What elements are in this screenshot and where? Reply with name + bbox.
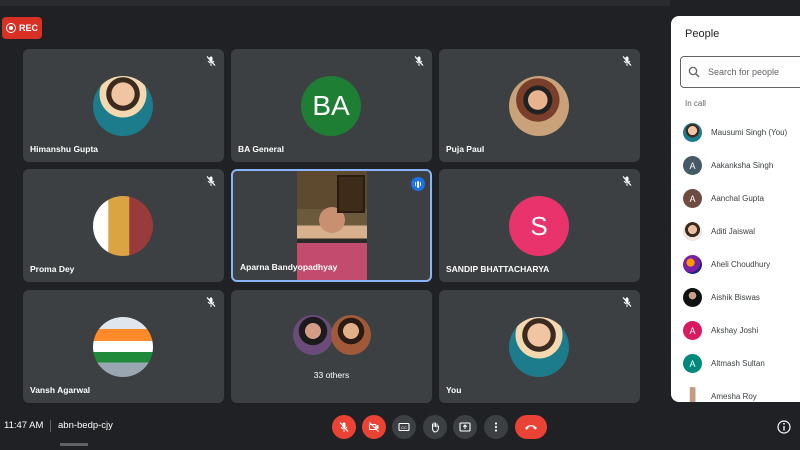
participant-name: Vansh Agarwal xyxy=(30,385,91,395)
avatar: A xyxy=(683,189,702,208)
avatar xyxy=(509,317,569,377)
divider xyxy=(50,420,51,432)
participant-name: Aakanksha Singh xyxy=(711,161,774,170)
avatar xyxy=(293,315,333,355)
svg-text:CC: CC xyxy=(401,425,407,430)
list-item[interactable]: Amesha Roy xyxy=(671,380,800,402)
speaking-indicator-icon xyxy=(411,177,425,191)
list-item[interactable]: Aheli Choudhury xyxy=(671,248,800,281)
list-item[interactable]: Aditi Jaiswal xyxy=(671,215,800,248)
others-count: 33 others xyxy=(313,370,350,380)
avatar xyxy=(93,76,153,136)
info-icon[interactable] xyxy=(777,420,791,434)
hand-icon xyxy=(431,422,439,433)
list-item[interactable]: A Altmash Sultan xyxy=(671,347,800,380)
list-item[interactable]: A Akshay Joshi xyxy=(671,314,800,347)
avatar xyxy=(683,255,702,274)
participant-name: Aishik Biswas xyxy=(711,293,760,302)
mic-off-icon xyxy=(206,56,216,66)
tab-indicator xyxy=(60,443,88,446)
avatar: A xyxy=(683,354,702,373)
avatar xyxy=(331,315,371,355)
avatar xyxy=(509,76,569,136)
tile-puja-paul[interactable]: Puja Paul xyxy=(439,49,640,162)
top-fragment: · - · · · · · · xyxy=(0,0,670,6)
mic-off-icon xyxy=(622,176,632,186)
tile-sandip-bhattacharya[interactable]: S SANDIP BHATTACHARYA xyxy=(439,169,640,282)
list-item[interactable]: A Aakanksha Singh xyxy=(671,149,800,182)
participant-name: Puja Paul xyxy=(446,144,485,154)
mic-off-icon xyxy=(622,297,632,307)
in-call-heading: In call xyxy=(685,99,706,108)
more-vert-icon xyxy=(494,422,498,432)
avatar: S xyxy=(509,196,569,256)
rec-label: REC xyxy=(19,23,39,33)
participant-name: Aanchal Gupta xyxy=(711,194,764,203)
present-screen-button[interactable] xyxy=(453,415,477,439)
tile-you[interactable]: You xyxy=(439,290,640,403)
list-item[interactable]: Aishik Biswas xyxy=(671,281,800,314)
avatar xyxy=(683,222,702,241)
avatar xyxy=(683,288,702,307)
participant-name: Mausumi Singh (You) xyxy=(711,128,788,137)
present-icon xyxy=(459,422,471,432)
list-item[interactable]: Mausumi Singh (You) xyxy=(671,116,800,149)
participant-name: SANDIP BHATTACHARYA xyxy=(446,264,550,274)
mic-off-icon xyxy=(206,176,216,186)
camera-toggle-button[interactable] xyxy=(362,415,386,439)
mic-off-icon xyxy=(206,297,216,307)
avatar: A xyxy=(683,321,702,340)
participant-name: Amesha Roy xyxy=(711,392,757,401)
tile-proma-dey[interactable]: Proma Dey xyxy=(23,169,224,282)
clock: 11:47 AM xyxy=(4,420,44,431)
participant-name: You xyxy=(446,385,462,395)
participant-list: Mausumi Singh (You) A Aakanksha Singh A … xyxy=(671,116,800,402)
bottom-toolbar: 11:47 AM abn-bedp-cjy CC xyxy=(0,405,800,450)
avatar xyxy=(683,123,702,142)
search-placeholder: Search for people xyxy=(708,67,780,77)
mic-off-icon xyxy=(414,56,424,66)
avatar-initials: BA xyxy=(312,90,350,121)
avatar-initials: S xyxy=(530,210,548,241)
record-icon xyxy=(6,23,16,33)
tile-others[interactable]: 33 others xyxy=(231,290,432,403)
more-options-button[interactable] xyxy=(484,415,508,439)
tile-aparna-bandyopadhyay[interactable]: Aparna Bandyopadhyay xyxy=(231,169,432,282)
list-item[interactable]: A Aanchal Gupta xyxy=(671,182,800,215)
tile-himanshu-gupta[interactable]: Himanshu Gupta xyxy=(23,49,224,162)
panel-title: People xyxy=(685,28,720,40)
avatar: BA xyxy=(301,76,361,136)
avatar xyxy=(93,196,153,256)
camera-off-icon xyxy=(368,422,379,432)
participant-name: Aheli Choudhury xyxy=(711,260,771,269)
mic-off-icon xyxy=(339,422,349,432)
people-search-input[interactable]: Search for people xyxy=(680,56,800,88)
participant-name: Aditi Jaiswal xyxy=(711,227,756,236)
recording-indicator[interactable]: REC xyxy=(2,17,42,39)
participant-name: Altmash Sultan xyxy=(711,359,765,368)
participant-name: BA General xyxy=(238,144,284,154)
participant-name: Akshay Joshi xyxy=(711,326,759,335)
tile-ba-general[interactable]: BA BA General xyxy=(231,49,432,162)
hang-up-icon xyxy=(525,425,537,430)
people-panel: People Search for people In call Mausumi… xyxy=(671,16,800,402)
participant-name: Himanshu Gupta xyxy=(30,144,99,154)
avatar: A xyxy=(683,156,702,175)
participant-name: Aparna Bandyopadhyay xyxy=(240,262,338,272)
leave-call-button[interactable] xyxy=(515,415,547,439)
captions-button[interactable]: CC xyxy=(392,415,416,439)
captions-icon: CC xyxy=(398,422,410,432)
mic-toggle-button[interactable] xyxy=(332,415,356,439)
avatar xyxy=(683,387,702,402)
search-icon xyxy=(688,66,700,78)
meeting-code: abn-bedp-cjy xyxy=(58,420,113,431)
tile-vansh-agarwal[interactable]: Vansh Agarwal xyxy=(23,290,224,403)
raise-hand-button[interactable] xyxy=(423,415,447,439)
meet-stage: · - · · · · · · REC Himanshu Gupta BA BA… xyxy=(0,0,800,450)
avatar xyxy=(93,317,153,377)
participant-name: Proma Dey xyxy=(30,264,75,274)
mic-off-icon xyxy=(622,56,632,66)
